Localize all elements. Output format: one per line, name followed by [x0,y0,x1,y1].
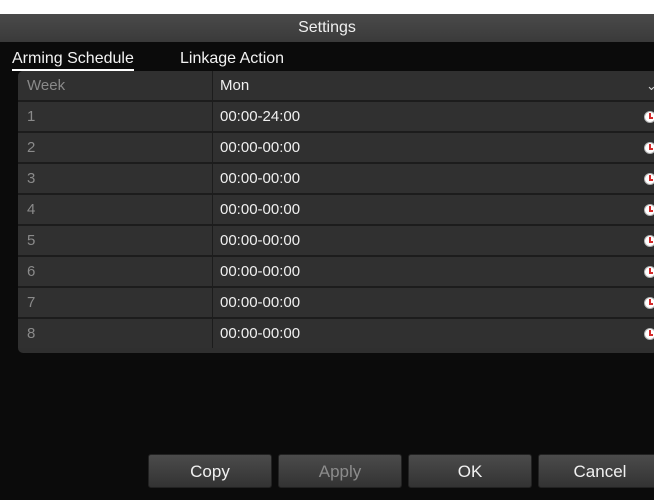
column-divider [212,71,213,100]
period-number: 4 [27,201,36,218]
schedule-table: Week Mon ⌄ 1 00:00-24:00 2 00:00-00:00 3… [18,71,654,353]
period-time[interactable]: 00:00-00:00 [220,288,300,317]
dialog-title: Settings [0,14,654,42]
period-time[interactable]: 00:00-24:00 [220,102,300,131]
column-divider [212,288,213,317]
tab-arming-schedule[interactable]: Arming Schedule [12,50,134,71]
clock-icon[interactable] [644,328,654,340]
clock-icon[interactable] [644,111,654,123]
clock-icon[interactable] [644,297,654,309]
column-divider [212,319,213,348]
column-divider [212,164,213,193]
period-number: 6 [27,263,36,280]
column-divider [212,133,213,162]
period-number: 3 [27,170,36,187]
apply-button[interactable]: Apply [278,454,402,488]
schedule-row: 6 00:00-00:00 [18,257,654,288]
clock-icon[interactable] [644,142,654,154]
period-number: 1 [27,108,36,125]
tab-linkage-action[interactable]: Linkage Action [180,50,284,68]
week-select[interactable]: Mon [220,71,249,100]
chevron-down-icon[interactable]: ⌄ [646,71,654,100]
period-time[interactable]: 00:00-00:00 [220,257,300,286]
copy-button[interactable]: Copy [148,454,272,488]
week-label: Week [27,77,66,94]
schedule-row: 2 00:00-00:00 [18,133,654,164]
period-number: 5 [27,232,36,249]
cancel-button[interactable]: Cancel [538,454,654,488]
column-divider [212,257,213,286]
ok-button[interactable]: OK [408,454,532,488]
schedule-row: 3 00:00-00:00 [18,164,654,195]
period-number: 8 [27,325,36,342]
column-divider [212,226,213,255]
clock-icon[interactable] [644,173,654,185]
period-time[interactable]: 00:00-00:00 [220,195,300,224]
schedule-row: 4 00:00-00:00 [18,195,654,226]
clock-icon[interactable] [644,235,654,247]
clock-icon[interactable] [644,266,654,278]
period-time[interactable]: 00:00-00:00 [220,226,300,255]
schedule-row: 1 00:00-24:00 [18,102,654,133]
period-time[interactable]: 00:00-00:00 [220,164,300,193]
period-time[interactable]: 00:00-00:00 [220,319,300,348]
schedule-row: 8 00:00-00:00 [18,319,654,348]
column-divider [212,195,213,224]
week-row: Week Mon ⌄ [18,71,654,102]
tab-bar: Arming Schedule Linkage Action [0,42,654,72]
period-number: 7 [27,294,36,311]
schedule-row: 5 00:00-00:00 [18,226,654,257]
schedule-row: 7 00:00-00:00 [18,288,654,319]
period-number: 2 [27,139,36,156]
column-divider [212,102,213,131]
period-time[interactable]: 00:00-00:00 [220,133,300,162]
clock-icon[interactable] [644,204,654,216]
